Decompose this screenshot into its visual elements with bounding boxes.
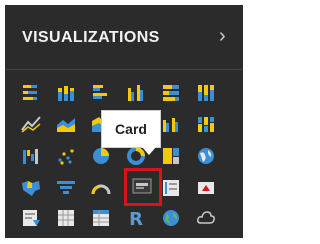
pie-chart-icon[interactable] xyxy=(90,145,112,167)
waterfall-chart-icon[interactable] xyxy=(20,145,42,167)
area-chart-icon[interactable] xyxy=(55,113,77,135)
stacked-column-chart-icon[interactable] xyxy=(55,82,77,104)
r-script-visual-icon[interactable]: R xyxy=(125,207,147,229)
scatter-chart-icon[interactable] xyxy=(55,145,77,167)
tooltip-label: Card xyxy=(115,121,147,137)
line-chart-icon[interactable] xyxy=(20,113,42,135)
funnel-icon[interactable] xyxy=(55,177,77,199)
line-and-clustered-column-chart-icon[interactable] xyxy=(160,113,182,135)
pane-header: VISUALIZATIONS › xyxy=(5,5,243,69)
percent-stacked-column-chart-icon[interactable] xyxy=(195,82,217,104)
globe-icon[interactable] xyxy=(160,207,182,229)
visualizations-pane: VISUALIZATIONS › R Card xyxy=(5,5,243,238)
filled-map-icon[interactable] xyxy=(20,177,42,199)
stacked-bar-chart-icon[interactable] xyxy=(20,82,42,104)
percent-stacked-bar-chart-icon[interactable] xyxy=(160,82,182,104)
visual-tooltip: Card xyxy=(101,110,161,148)
table-icon[interactable] xyxy=(55,207,77,229)
tooltip-pointer xyxy=(142,147,156,155)
clustered-column-chart-icon[interactable] xyxy=(125,82,147,104)
svg-text:R: R xyxy=(129,209,143,229)
matrix-icon[interactable] xyxy=(90,207,112,229)
selected-visual-highlight xyxy=(124,168,162,206)
kpi-icon[interactable] xyxy=(195,177,217,199)
map-icon[interactable] xyxy=(195,145,217,167)
gauge-icon[interactable] xyxy=(90,177,112,199)
multi-row-card-icon[interactable] xyxy=(160,177,182,199)
chevron-right-icon[interactable]: › xyxy=(219,25,226,48)
ribbon-chart-icon[interactable] xyxy=(195,113,217,135)
treemap-icon[interactable] xyxy=(160,145,182,167)
header-divider xyxy=(5,69,243,70)
slicer-icon[interactable] xyxy=(20,207,42,229)
arcgis-map-icon[interactable] xyxy=(195,207,217,229)
pane-title: VISUALIZATIONS xyxy=(22,29,160,46)
clustered-bar-chart-icon[interactable] xyxy=(90,82,112,104)
